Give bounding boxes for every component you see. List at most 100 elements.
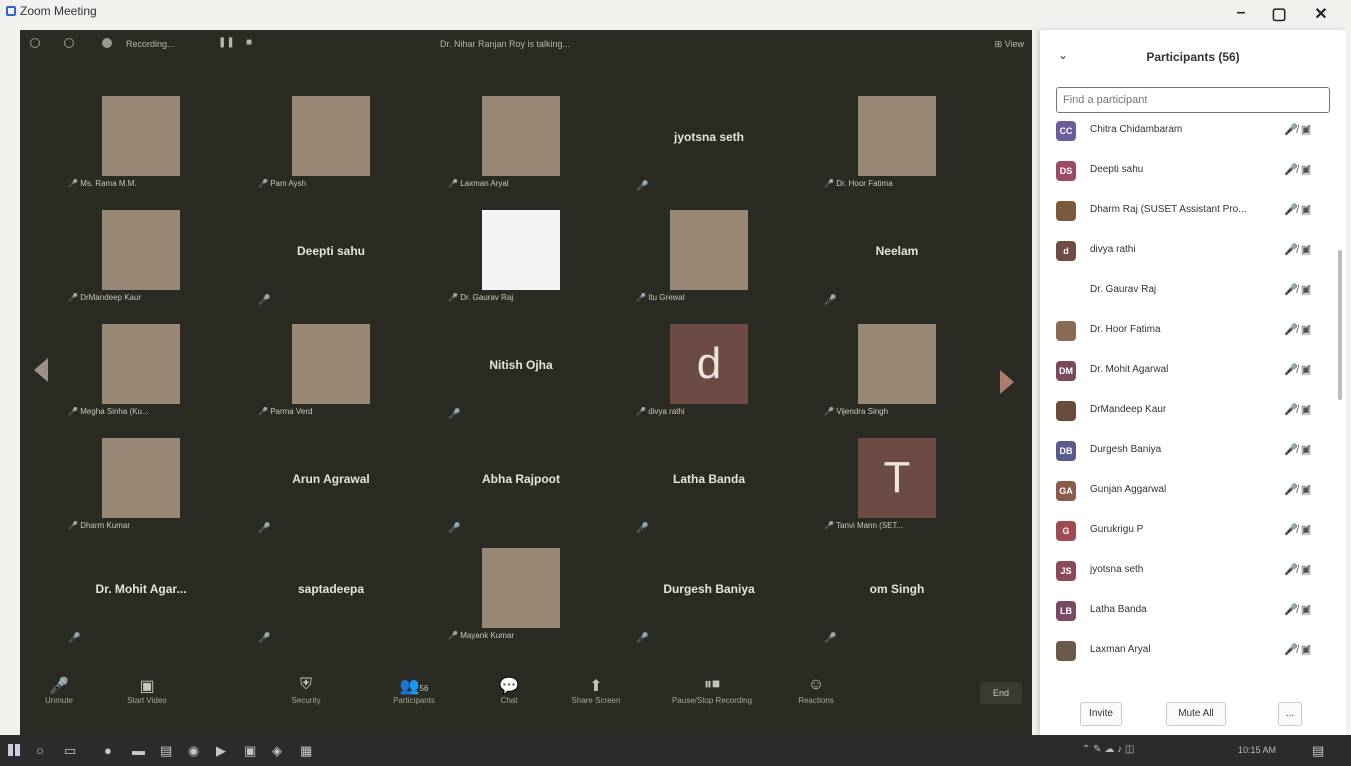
search-icon[interactable]: ○ <box>36 743 44 758</box>
participant-photo <box>858 96 936 176</box>
mic-muted-icon: 🎤 <box>258 523 271 534</box>
calendar-icon[interactable]: ▦ <box>300 743 312 759</box>
participant-tile[interactable]: 🎤 Dr. Hoor Fatima <box>818 86 976 198</box>
participant-photo <box>858 324 936 404</box>
participant-tile[interactable]: saptadeepa 🎤 <box>252 538 410 650</box>
participant-tile[interactable]: jyotsna seth 🎤 <box>630 86 788 198</box>
more-options-button[interactable]: ... <box>1278 702 1302 726</box>
participant-tile[interactable]: Latha Banda 🎤 <box>630 428 788 540</box>
participant-tile[interactable]: 🎤 Dharm Kumar <box>62 428 220 540</box>
participant-list-name: Dr. Mohit Agarwal <box>1090 364 1169 375</box>
participant-tile[interactable]: 🎤 Vijendra Singh <box>818 314 976 426</box>
participant-name: Ms. Rama M.M. <box>80 179 137 188</box>
maximize-button[interactable]: ▢ <box>1264 4 1294 24</box>
participant-tile[interactable]: Dr. Mohit Agar... 🎤 <box>62 538 220 650</box>
view-button[interactable]: ⊞ View <box>995 39 1024 50</box>
start-video-label: Start Video <box>127 696 167 705</box>
share-screen-button[interactable]: ⬆ Share Screen <box>556 676 636 705</box>
participant-tile[interactable]: 🎤 Dr. Gaurav Raj <box>442 200 600 312</box>
windows-start-icon[interactable] <box>8 744 20 756</box>
mute-all-button[interactable]: Mute All <box>1166 702 1226 726</box>
mic-muted-icon: 🎤 <box>448 409 461 420</box>
unmute-button[interactable]: 🎤 Unmute <box>34 676 84 705</box>
avatar: DS <box>1056 161 1076 181</box>
participant-list-item[interactable]: Laxman Aryal 🎤̸ ▣̸ <box>1040 631 1330 671</box>
participant-tile[interactable]: Nitish Ojha 🎤 <box>442 314 600 426</box>
participant-name: Pam Aysh <box>270 179 307 188</box>
participant-search-input[interactable] <box>1056 87 1330 113</box>
participant-list-item[interactable]: JS jyotsna seth 🎤̸ ▣̸ <box>1040 551 1330 591</box>
participant-tile[interactable]: 🎤 Pam Aysh <box>252 86 410 198</box>
participant-photo <box>102 210 180 290</box>
participant-list-item[interactable]: DrMandeep Kaur 🎤̸ ▣̸ <box>1040 391 1330 431</box>
mic-video-muted-icon: 🎤̸ ▣̸ <box>1284 524 1312 536</box>
meeting-toolbar: 🎤 Unmute ▣ Start Video ⛨ Security 👥56 Partic… <box>20 670 1032 722</box>
participant-tile[interactable]: 🎤 Parma Verd <box>252 314 410 426</box>
participant-list-item[interactable]: Dharm Raj (SUSET Assistant Pro... 🎤̸ ▣̸ <box>1040 191 1330 231</box>
video-gallery: Recording... ❚❚ ■ Dr. Nihar Ranjan Roy i… <box>20 30 1032 735</box>
notifications-icon[interactable]: ▤ <box>1312 743 1324 759</box>
participant-list-item[interactable]: LB Latha Banda 🎤̸ ▣̸ <box>1040 591 1330 631</box>
participant-tile[interactable]: d 🎤 divya rathi <box>630 314 788 426</box>
participant-list-item[interactable]: DM Dr. Mohit Agarwal 🎤̸ ▣̸ <box>1040 351 1330 391</box>
zoom-taskbar-icon[interactable]: ▣ <box>244 743 256 759</box>
participant-tile[interactable]: 🎤 Itu Grewal <box>630 200 788 312</box>
participant-list-item[interactable]: d divya rathi 🎤̸ ▣̸ <box>1040 231 1330 271</box>
task-view-icon[interactable]: ▭ <box>64 743 76 759</box>
participant-tile[interactable]: 🎤 Mayank Kumar <box>442 538 600 650</box>
participant-list-item[interactable]: DS Deepti sahu 🎤̸ ▣̸ <box>1040 151 1330 191</box>
participant-list-item[interactable]: G Gurukrigu P 🎤̸ ▣̸ <box>1040 511 1330 551</box>
previous-page-arrow-icon[interactable] <box>34 358 48 382</box>
participant-tile[interactable]: 🎤 Laxman Aryal <box>442 86 600 198</box>
participant-list-item[interactable]: GA Gunjan Aggarwal 🎤̸ ▣̸ <box>1040 471 1330 511</box>
pause-stop-recording-button[interactable]: ⏸⏹ Pause/Stop Recording <box>652 676 772 705</box>
participants-button[interactable]: 👥56 Participants <box>374 676 454 705</box>
close-button[interactable]: ✕ <box>1306 4 1336 24</box>
stop-recording-icon[interactable]: ■ <box>246 37 252 48</box>
participant-tile[interactable]: Arun Agrawal 🎤 <box>252 428 410 540</box>
invite-button[interactable]: Invite <box>1080 702 1122 726</box>
participant-tile[interactable]: Neelam 🎤 <box>818 200 976 312</box>
next-page-arrow-icon[interactable] <box>1000 370 1014 394</box>
participant-tile[interactable]: 🎤 Megha Sinha (Ku... <box>62 314 220 426</box>
start-video-button[interactable]: ▣ Start Video <box>112 676 182 705</box>
app-icon[interactable]: ◈ <box>272 743 282 759</box>
mic-video-muted-icon: 🎤̸ ▣̸ <box>1284 164 1312 176</box>
participant-tile[interactable]: Abha Rajpoot 🎤 <box>442 428 600 540</box>
participant-tile[interactable]: T 🎤 Tanvi Mann (SET... <box>818 428 976 540</box>
mic-muted-icon: 🎤 <box>258 633 271 644</box>
participant-tile[interactable]: Deepti sahu 🎤 <box>252 200 410 312</box>
store-icon[interactable]: ▤ <box>160 743 172 759</box>
avatar: d <box>1056 241 1076 261</box>
participant-tile[interactable]: Durgesh Baniya 🎤 <box>630 538 788 650</box>
participant-list-item[interactable]: Dr. Gaurav Raj 🎤̸ ▣̸ <box>1040 271 1330 311</box>
security-button[interactable]: ⛨ Security <box>276 676 336 705</box>
participant-name-large: jyotsna seth <box>673 130 745 144</box>
file-explorer-icon[interactable]: ▬ <box>132 743 145 758</box>
participant-tile[interactable]: 🎤 DrMandeep Kaur <box>62 200 220 312</box>
participant-name-tag: 🎤 Pam Aysh <box>258 179 307 188</box>
participant-list-item[interactable]: CC Chitra Chidambaram 🎤̸ ▣̸ <box>1040 111 1330 151</box>
participant-photo <box>482 96 560 176</box>
avatar: G <box>1056 521 1076 541</box>
avatar: DM <box>1056 361 1076 381</box>
panel-scrollbar[interactable] <box>1338 250 1342 400</box>
shield-icon[interactable] <box>64 38 74 48</box>
participant-tile[interactable]: om Singh 🎤 <box>818 538 976 650</box>
participant-tile[interactable]: 🎤 Ms. Rama M.M. <box>62 86 220 198</box>
info-icon[interactable] <box>30 38 40 48</box>
participant-list-name: jyotsna seth <box>1090 564 1144 575</box>
end-meeting-button[interactable]: End <box>980 682 1022 704</box>
participant-list-name: Dr. Hoor Fatima <box>1090 324 1161 335</box>
media-icon[interactable]: ▶ <box>216 743 226 759</box>
pause-recording-icon[interactable]: ❚❚ <box>218 37 235 48</box>
chat-button[interactable]: 💬 Chat <box>484 676 534 705</box>
participant-list-item[interactable]: Dr. Hoor Fatima 🎤̸ ▣̸ <box>1040 311 1330 351</box>
reactions-button[interactable]: ☺ Reactions <box>786 676 846 705</box>
mic-video-muted-icon: 🎤̸ ▣̸ <box>1284 404 1312 416</box>
system-tray-icons[interactable]: ⌃ ✎ ☁ ♪ ◫ <box>1082 744 1134 755</box>
minimize-button[interactable]: – <box>1226 4 1256 22</box>
participant-list-item[interactable]: DB Durgesh Baniya 🎤̸ ▣̸ <box>1040 431 1330 471</box>
browser-icon[interactable]: ● <box>104 743 112 758</box>
chrome-icon[interactable]: ◉ <box>188 743 199 759</box>
